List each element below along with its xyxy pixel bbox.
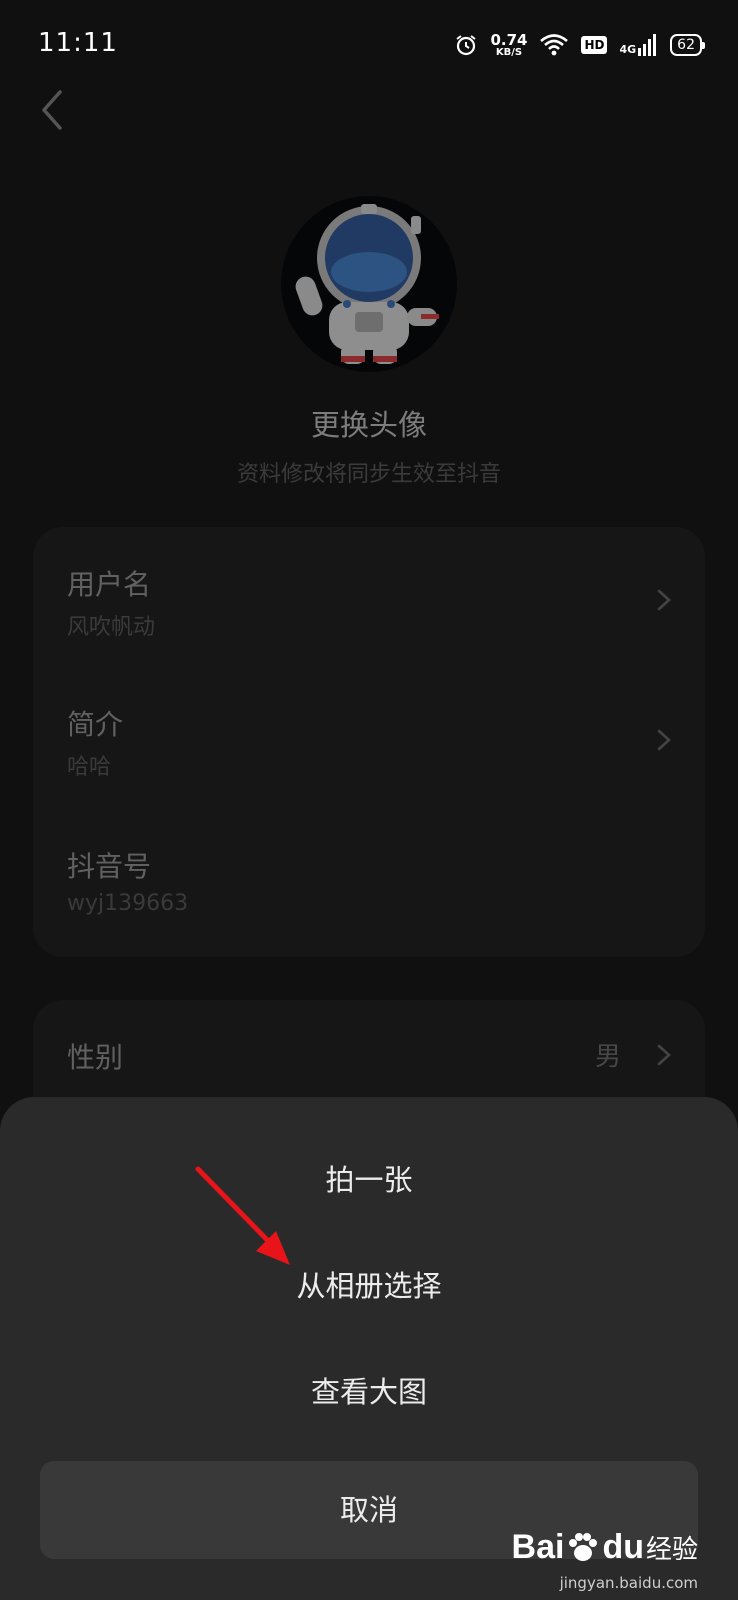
network-type: 4G	[619, 43, 637, 56]
hd-badge: HD	[581, 36, 608, 54]
sync-hint: 资料修改将同步生效至抖音	[236, 462, 501, 487]
gender-label: 性别	[67, 1041, 124, 1074]
alarm-icon	[456, 35, 477, 56]
watermark-logo-suffix: du	[602, 1528, 644, 1566]
profile-info-card: 用户名 风吹帆动 简介 哈哈 抖音号 wyj139663	[33, 527, 705, 957]
chevron-right-icon	[657, 589, 671, 611]
gender-value: 男	[594, 1042, 621, 1072]
network-speed: 0.74 KB/S	[490, 30, 528, 58]
status-time: 11:11	[38, 28, 118, 58]
bio-label: 简介	[67, 708, 124, 741]
gender-row[interactable]: 性别 男	[67, 1036, 671, 1076]
douyin-id-row: 抖音号 wyj139663	[67, 845, 671, 916]
username-label: 用户名	[67, 568, 152, 601]
choose-from-album-option[interactable]: 从相册选择	[0, 1263, 738, 1305]
take-photo-option[interactable]: 拍一张	[0, 1157, 738, 1199]
astronaut-icon	[295, 204, 439, 364]
back-button[interactable]	[34, 86, 74, 134]
bio-row[interactable]: 简介 哈哈	[67, 703, 671, 781]
chevron-right-icon	[657, 1044, 671, 1066]
avatar[interactable]	[281, 196, 457, 372]
chevron-right-icon	[657, 729, 671, 751]
watermark-url: jingyan.baidu.com	[559, 1574, 698, 1592]
change-avatar-link[interactable]: 更换头像	[0, 402, 738, 444]
watermark-label: 经验	[645, 1535, 698, 1565]
bio-value: 哈哈	[67, 755, 112, 780]
battery-indicator: 62	[670, 34, 705, 56]
speed-unit: KB/S	[495, 46, 523, 58]
douyin-id-label: 抖音号	[67, 850, 152, 883]
status-icons: 0.74 KB/S HD 4G 62	[454, 30, 705, 60]
edit-profile-screen: 11:11 0.74 KB/S HD 4G 62 更换头像 资料修改将同步生效至…	[0, 0, 738, 1600]
annotation-arrow-icon	[195, 1166, 290, 1265]
avatar-action-sheet: 拍一张 从相册选择 查看大图 取消	[0, 1097, 738, 1600]
watermark-logo: Bai	[511, 1528, 565, 1566]
status-bar: 11:11 0.74 KB/S HD 4G 62	[0, 0, 738, 90]
view-large-option[interactable]: 查看大图	[0, 1369, 738, 1411]
signal-icon: 4G	[619, 34, 658, 56]
douyin-id-value: wyj139663	[67, 891, 189, 916]
speed-value: 0.74	[490, 30, 528, 49]
paw-icon	[569, 1532, 598, 1561]
username-row[interactable]: 用户名 风吹帆动	[67, 563, 671, 641]
wifi-icon	[540, 34, 569, 56]
username-value: 风吹帆动	[67, 615, 156, 640]
